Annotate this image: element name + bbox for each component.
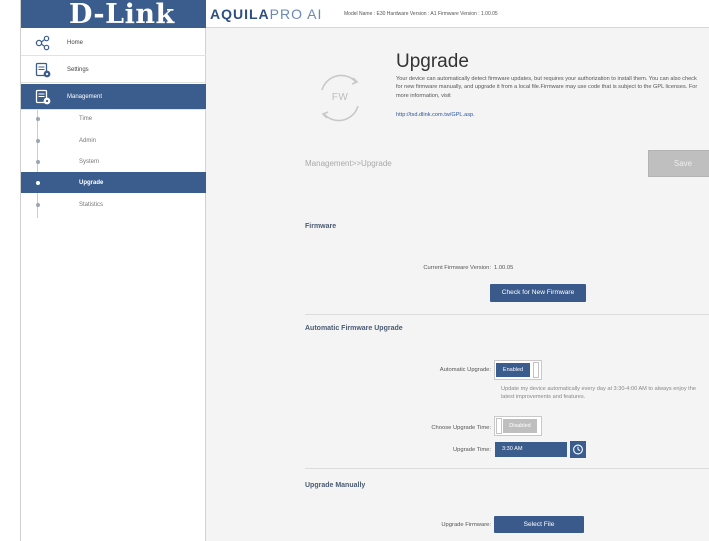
- gpl-link[interactable]: http://tsd.dlink.com.tw/GPL.asp.: [396, 111, 475, 119]
- bullet-icon: [36, 117, 40, 121]
- sidebar-item-management[interactable]: Management: [21, 84, 206, 110]
- subitem-label: Upgrade: [79, 180, 104, 186]
- check-new-firmware-button[interactable]: Check for New Firmware: [490, 284, 586, 302]
- section-title-auto-upgrade: Automatic Firmware Upgrade: [305, 325, 403, 332]
- header-strip: AQUILAPRO AI Model Name : E30 Hardware V…: [206, 0, 709, 28]
- current-firmware-label: Current Firmware Version:: [423, 265, 491, 271]
- brand-part1: AQUILA: [210, 6, 270, 22]
- upgrade-time-field[interactable]: 3:30 AM: [495, 442, 567, 457]
- settings-icon: [35, 62, 51, 78]
- app-window: D-Link AQUILAPRO AI Model Name : E30 Har…: [20, 0, 709, 541]
- clock-icon: [573, 444, 583, 455]
- page-title: Upgrade: [396, 51, 469, 72]
- section-title-upgrade-manually: Upgrade Manually: [305, 482, 366, 489]
- select-file-button[interactable]: Select File: [494, 516, 584, 533]
- section-divider: [305, 314, 709, 315]
- sidebar: Home Settings Management Time Admin Syst…: [21, 28, 206, 541]
- save-button[interactable]: Save: [648, 150, 709, 177]
- sidebar-subitem-time[interactable]: Time: [21, 108, 206, 129]
- brand-part2: PRO AI: [269, 6, 323, 22]
- sidebar-item-home[interactable]: Home: [21, 30, 206, 56]
- subitem-label: Statistics: [79, 202, 104, 208]
- page-description: Your device can automatically detect fir…: [396, 76, 698, 99]
- automatic-upgrade-toggle[interactable]: Enabled: [494, 360, 542, 380]
- firmware-icon-label: FW: [331, 92, 349, 103]
- sidebar-item-settings[interactable]: Settings: [21, 57, 206, 83]
- sidebar-subitem-statistics[interactable]: Statistics: [21, 194, 206, 215]
- sidebar-item-label: Management: [67, 94, 103, 100]
- current-firmware-value: 1.00.05: [494, 265, 514, 271]
- sidebar-subitem-system[interactable]: System: [21, 151, 206, 172]
- subitem-label: Admin: [79, 138, 97, 144]
- subitem-label: System: [79, 159, 100, 165]
- dlink-logo: D-Link: [69, 0, 175, 30]
- upgrade-time-label: Upgrade Time:: [452, 447, 491, 453]
- upgrade-firmware-label: Upgrade Firmware:: [441, 522, 491, 528]
- section-divider: [305, 468, 709, 469]
- auto-upgrade-note: Update my device automatically every day…: [501, 386, 696, 401]
- toggle-knob: [496, 418, 502, 434]
- header: D-Link AQUILAPRO AI Model Name : E30 Har…: [21, 0, 709, 30]
- clock-button[interactable]: [570, 441, 586, 458]
- sidebar-item-label: Settings: [67, 67, 89, 73]
- bullet-icon: [36, 203, 40, 207]
- logo-area: D-Link: [21, 0, 206, 30]
- sidebar-subitem-admin[interactable]: Admin: [21, 130, 206, 151]
- model-info: Model Name : E30 Hardware Version : A1 F…: [344, 11, 498, 17]
- bullet-icon: [36, 139, 40, 143]
- choose-upgrade-time-toggle[interactable]: Disabled: [494, 416, 542, 436]
- bullet-icon: [36, 160, 40, 164]
- breadcrumb: Management>>Upgrade: [305, 159, 392, 168]
- bullet-icon: [36, 181, 40, 185]
- toggle-knob: [533, 362, 539, 378]
- home-network-icon: [35, 35, 51, 51]
- choose-upgrade-time-label: Choose Upgrade Time:: [431, 425, 491, 431]
- main-content: FW Upgrade Your device can automatically…: [206, 28, 709, 541]
- automatic-upgrade-label: Automatic Upgrade:: [439, 367, 491, 373]
- subitem-label: Time: [79, 116, 93, 122]
- sidebar-subitem-upgrade[interactable]: Upgrade: [21, 172, 206, 193]
- section-title-firmware: Firmware: [305, 223, 337, 230]
- toggle-state-label: Enabled: [496, 363, 530, 377]
- toggle-state-label: Disabled: [503, 419, 537, 433]
- sidebar-item-label: Home: [67, 40, 84, 46]
- product-brand: AQUILAPRO AI: [210, 6, 322, 22]
- management-icon: [35, 89, 51, 105]
